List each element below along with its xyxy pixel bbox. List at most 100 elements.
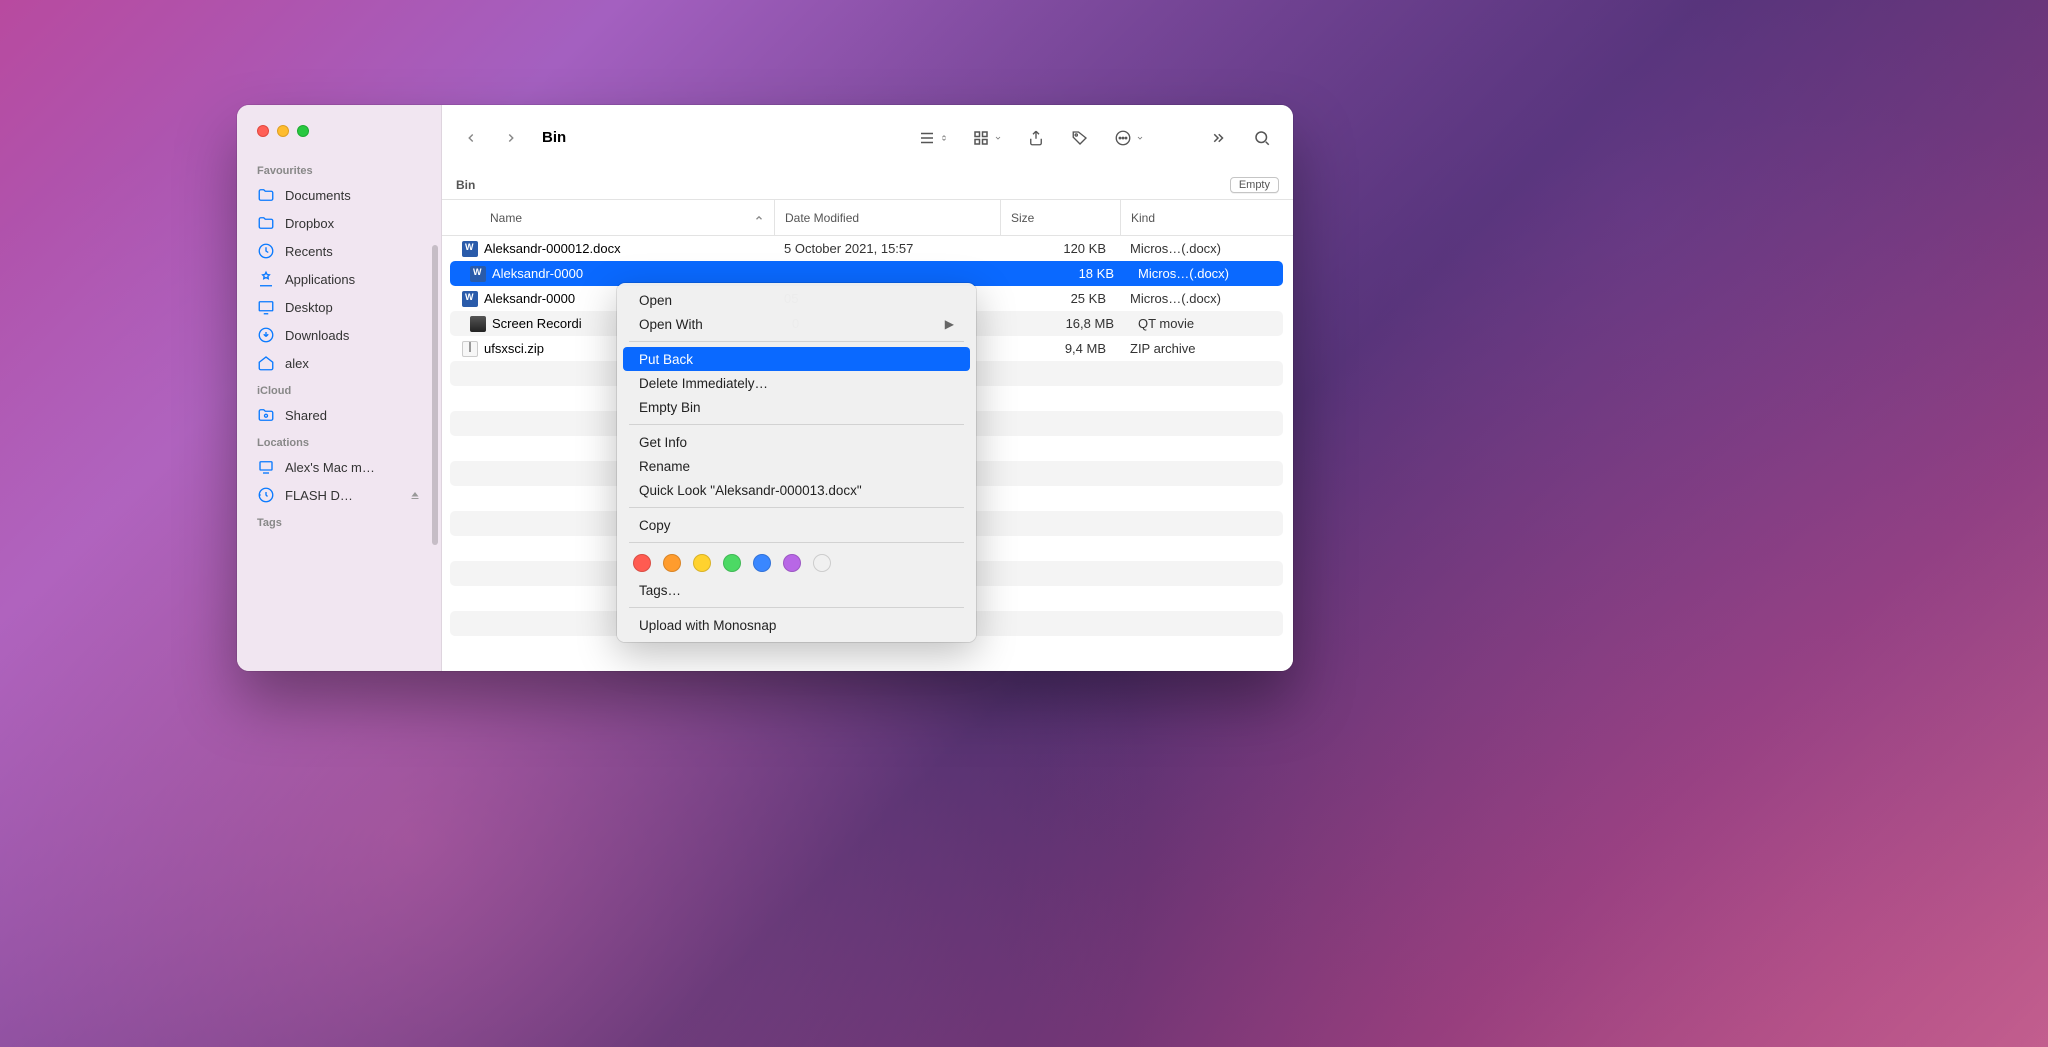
sidebar-item-label: alex xyxy=(285,356,309,371)
sidebar-item-recents[interactable]: Recents xyxy=(237,237,441,265)
folder-icon xyxy=(257,214,275,232)
folder-icon xyxy=(257,186,275,204)
sidebar-scrollbar[interactable] xyxy=(432,245,438,545)
ctx-get-info[interactable]: Get Info xyxy=(623,430,970,454)
column-label: Date Modified xyxy=(785,211,859,225)
tag-blue[interactable] xyxy=(753,554,771,572)
column-label: Name xyxy=(490,211,522,225)
sidebar-section-locations: Locations xyxy=(237,429,441,453)
window-title: Bin xyxy=(542,129,566,146)
tags-button[interactable] xyxy=(1063,123,1097,153)
clock-icon xyxy=(257,242,275,260)
sidebar-item-label: Alex's Mac m… xyxy=(285,460,375,475)
column-label: Kind xyxy=(1131,211,1155,225)
file-kind: QT movie xyxy=(1128,316,1283,331)
forward-button[interactable] xyxy=(496,123,526,153)
ctx-label: Quick Look "Aleksandr-000013.docx" xyxy=(639,483,862,498)
ctx-quick-look[interactable]: Quick Look "Aleksandr-000013.docx" xyxy=(623,478,970,502)
ctx-label: Get Info xyxy=(639,435,687,450)
file-size: 18 KB xyxy=(1008,266,1128,281)
overflow-button[interactable] xyxy=(1201,123,1235,153)
word-file-icon xyxy=(470,266,486,282)
ctx-label: Empty Bin xyxy=(639,400,701,415)
file-kind: Micros…(.docx) xyxy=(1128,266,1283,281)
ctx-delete-immediately[interactable]: Delete Immediately… xyxy=(623,371,970,395)
ctx-tags[interactable]: Tags… xyxy=(623,578,970,602)
sidebar-item-dropbox[interactable]: Dropbox xyxy=(237,209,441,237)
sidebar-item-documents[interactable]: Documents xyxy=(237,181,441,209)
ctx-separator xyxy=(629,607,964,608)
empty-bin-button[interactable]: Empty xyxy=(1230,177,1279,193)
column-kind[interactable]: Kind xyxy=(1120,200,1293,235)
sidebar-item-downloads[interactable]: Downloads xyxy=(237,321,441,349)
mac-icon xyxy=(257,458,275,476)
column-name[interactable]: Name xyxy=(442,211,774,225)
ctx-put-back[interactable]: Put Back xyxy=(623,347,970,371)
fullscreen-button[interactable] xyxy=(297,125,309,137)
column-headers: Name Date Modified Size Kind xyxy=(442,200,1293,236)
table-row[interactable]: Aleksandr-000012.docx5 October 2021, 15:… xyxy=(442,236,1281,261)
file-size: 120 KB xyxy=(1000,241,1120,256)
sidebar-item-label: Dropbox xyxy=(285,216,334,231)
ctx-upload-monosnap[interactable]: Upload with Monosnap xyxy=(623,613,970,637)
ctx-open-with[interactable]: Open With▶ xyxy=(623,312,970,336)
tag-none[interactable] xyxy=(813,554,831,572)
sidebar-item-label: Documents xyxy=(285,188,351,203)
file-date: 5 October 2021, 15:57 xyxy=(774,241,1000,256)
column-date[interactable]: Date Modified xyxy=(774,200,1000,235)
tag-yellow[interactable] xyxy=(693,554,711,572)
tag-red[interactable] xyxy=(633,554,651,572)
sidebar-item-mac[interactable]: Alex's Mac m… xyxy=(237,453,441,481)
home-icon xyxy=(257,354,275,372)
file-size: 16,8 MB xyxy=(1008,316,1128,331)
ctx-open[interactable]: Open xyxy=(623,288,970,312)
share-button[interactable] xyxy=(1019,123,1053,153)
group-button[interactable] xyxy=(965,123,1009,153)
file-kind: Micros…(.docx) xyxy=(1120,291,1281,306)
tag-purple[interactable] xyxy=(783,554,801,572)
ctx-copy[interactable]: Copy xyxy=(623,513,970,537)
close-button[interactable] xyxy=(257,125,269,137)
sidebar-item-label: FLASH D… xyxy=(285,488,353,503)
file-name: Aleksandr-0000 xyxy=(484,291,575,306)
search-icon xyxy=(1253,129,1271,147)
chevron-left-icon xyxy=(464,131,478,145)
view-mode-button[interactable] xyxy=(911,123,955,153)
sidebar-item-label: Recents xyxy=(285,244,333,259)
submenu-arrow-icon: ▶ xyxy=(945,317,954,331)
sidebar-item-shared[interactable]: Shared xyxy=(237,401,441,429)
sort-ascending-icon xyxy=(754,213,764,223)
ellipsis-circle-icon xyxy=(1114,129,1132,147)
ctx-separator xyxy=(629,341,964,342)
path-bar: Bin Empty xyxy=(442,170,1293,200)
zip-file-icon xyxy=(462,341,478,357)
sidebar-item-applications[interactable]: Applications xyxy=(237,265,441,293)
ctx-label: Copy xyxy=(639,518,671,533)
sidebar-section-icloud: iCloud xyxy=(237,377,441,401)
toolbar: Bin xyxy=(442,105,1293,170)
breadcrumb[interactable]: Bin xyxy=(456,178,475,192)
search-button[interactable] xyxy=(1245,123,1279,153)
ctx-empty-bin[interactable]: Empty Bin xyxy=(623,395,970,419)
mov-file-icon xyxy=(470,316,486,332)
tag-orange[interactable] xyxy=(663,554,681,572)
chevron-down-icon xyxy=(994,134,1002,142)
sidebar-item-label: Downloads xyxy=(285,328,349,343)
sidebar-item-alex[interactable]: alex xyxy=(237,349,441,377)
ctx-tag-colors xyxy=(617,548,976,578)
file-size: 25 KB xyxy=(1000,291,1120,306)
ctx-label: Rename xyxy=(639,459,690,474)
actions-button[interactable] xyxy=(1107,123,1151,153)
column-size[interactable]: Size xyxy=(1000,200,1120,235)
word-file-icon xyxy=(462,241,478,257)
sidebar-section-tags: Tags xyxy=(237,509,441,533)
chevron-down-icon xyxy=(1136,134,1144,142)
ctx-rename[interactable]: Rename xyxy=(623,454,970,478)
back-button[interactable] xyxy=(456,123,486,153)
minimize-button[interactable] xyxy=(277,125,289,137)
chevron-double-right-icon xyxy=(1209,129,1227,147)
sidebar-item-desktop[interactable]: Desktop xyxy=(237,293,441,321)
tag-green[interactable] xyxy=(723,554,741,572)
sidebar-item-flash[interactable]: FLASH D… xyxy=(237,481,441,509)
eject-icon[interactable] xyxy=(409,489,421,501)
